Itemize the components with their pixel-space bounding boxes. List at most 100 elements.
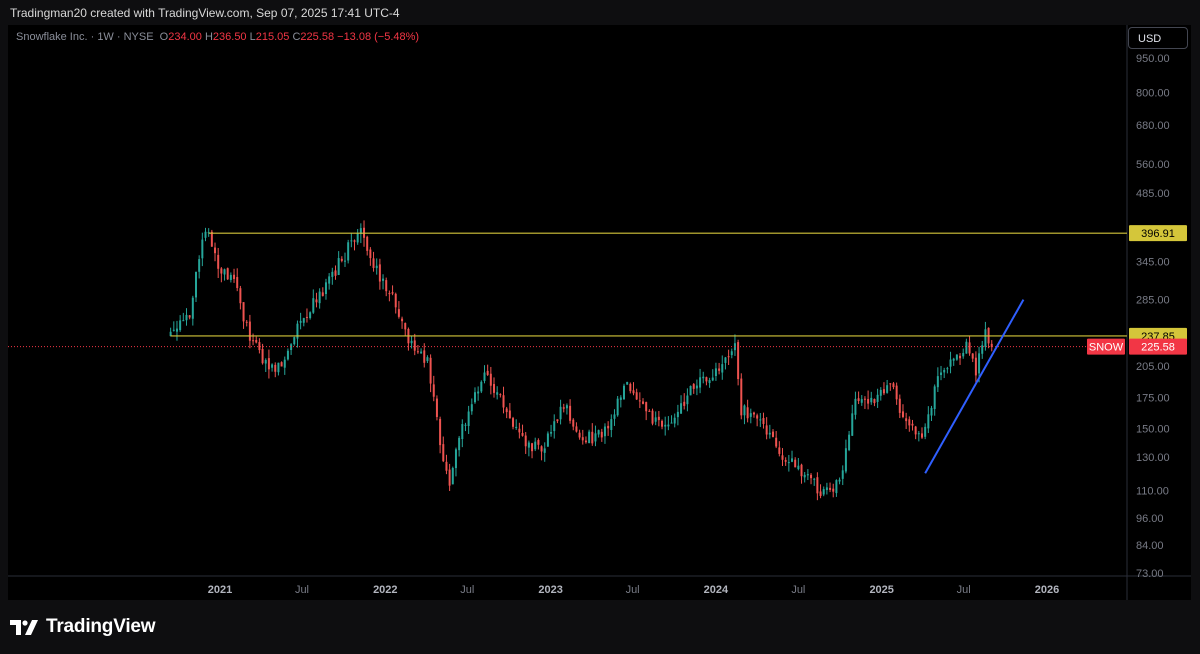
candle-body — [353, 240, 356, 242]
candle-body — [454, 449, 457, 469]
candle-body — [908, 419, 911, 426]
trend-line[interactable] — [924, 299, 1025, 474]
candle-body — [391, 292, 394, 294]
candle-body — [461, 424, 464, 440]
candle-body — [483, 372, 486, 382]
y-tick-label: 285.00 — [1136, 295, 1170, 307]
candle-body — [705, 377, 708, 382]
candle-body — [870, 397, 873, 403]
candle-body — [477, 391, 480, 394]
y-tick-label: 345.00 — [1136, 256, 1170, 268]
candle-body — [930, 407, 933, 416]
candle-body — [521, 432, 524, 436]
candle-body — [708, 380, 711, 384]
candle-body — [832, 488, 835, 492]
price-chart[interactable]: 950.00 800.00 680.00 560.00 485.00 345.00 285.… — [8, 25, 1191, 600]
candle-body — [600, 431, 603, 438]
candle-body — [321, 292, 324, 296]
y-tick-label: 485.00 — [1136, 188, 1170, 200]
y-tick-label: 150.00 — [1136, 423, 1170, 435]
x-tick-label: Jul — [460, 584, 474, 596]
candle-body — [721, 364, 724, 373]
candle-body — [467, 411, 470, 426]
candle-body — [286, 350, 289, 360]
candle-body — [857, 398, 860, 401]
candle-body — [194, 272, 197, 298]
candle-body — [546, 433, 549, 447]
x-tick-label: Jul — [626, 584, 640, 596]
candle-body — [740, 378, 743, 416]
candle-body — [245, 321, 248, 323]
tradingview-logo[interactable]: TradingView — [10, 615, 156, 639]
candle-body — [651, 410, 654, 424]
y-tick-label: 680.00 — [1136, 120, 1170, 132]
change-value: −13.08 (−5.48%) — [337, 31, 420, 43]
candle-body — [689, 385, 692, 396]
candle-body — [302, 318, 305, 323]
candle-body — [182, 320, 185, 322]
candle-body — [676, 411, 679, 418]
y-tick-label: 800.00 — [1136, 87, 1170, 99]
candle-body — [825, 487, 828, 491]
candle-body — [315, 299, 318, 303]
candle-body — [575, 426, 578, 432]
candle-body — [806, 474, 809, 476]
candle-body — [661, 420, 664, 427]
candle-body — [952, 358, 955, 361]
candle-body — [848, 434, 851, 451]
candle-body — [743, 405, 746, 416]
high-value: 236.50 — [212, 31, 247, 43]
candle-body — [261, 348, 264, 364]
ohlc-legend: Snowflake Inc. · 1W · NYSE O234.00 H236.… — [16, 31, 419, 43]
candle-body — [290, 344, 293, 350]
x-tick-label: 2026 — [1035, 584, 1059, 596]
candle-body — [486, 370, 489, 375]
candle-body — [283, 359, 286, 368]
candle-body — [524, 435, 527, 447]
candle-body — [242, 302, 245, 322]
open-value: 234.00 — [168, 31, 202, 43]
candle-body — [638, 400, 641, 402]
x-tick-label: 2025 — [869, 584, 893, 596]
candle-body — [610, 419, 613, 431]
y-tick-label: 175.00 — [1136, 393, 1170, 405]
candle-body — [442, 444, 445, 462]
candle-body — [813, 478, 816, 480]
candle-body — [344, 260, 347, 262]
candle-body — [867, 399, 870, 404]
candle-body — [591, 431, 594, 444]
candle-body — [229, 274, 232, 280]
candle-body — [699, 377, 702, 388]
chart-panel[interactable]: 950.00 800.00 680.00 560.00 485.00 345.00 285.… — [8, 25, 1191, 600]
candle-body — [901, 411, 904, 418]
candle-body — [844, 448, 847, 472]
currency-button[interactable]: USD — [1128, 27, 1188, 49]
candle-body — [968, 342, 971, 354]
candle-body — [959, 355, 962, 359]
candle-body — [255, 340, 258, 343]
candle-body — [594, 433, 597, 442]
candle-body — [410, 340, 413, 344]
candle-body — [854, 398, 857, 415]
candle-body — [810, 474, 813, 479]
candle-body — [201, 239, 204, 259]
candle-body — [328, 276, 331, 284]
candle-body — [236, 277, 239, 289]
candle-body — [264, 359, 267, 364]
candle-body — [559, 406, 562, 420]
candle-body — [439, 418, 442, 446]
candle-body — [191, 297, 194, 319]
candle-body — [737, 342, 740, 380]
candle-body — [572, 419, 575, 427]
candle-body — [388, 293, 391, 295]
candle-body — [771, 431, 774, 437]
candle-body — [949, 359, 952, 367]
candle-body — [347, 242, 350, 261]
candle-body — [527, 442, 530, 448]
chart-credit: Tradingman20 created with TradingView.co… — [10, 6, 400, 20]
candle-body — [581, 437, 584, 441]
candle-body — [695, 385, 698, 389]
candle-body — [299, 320, 302, 323]
candle-body — [752, 412, 755, 415]
candle-body — [724, 357, 727, 363]
